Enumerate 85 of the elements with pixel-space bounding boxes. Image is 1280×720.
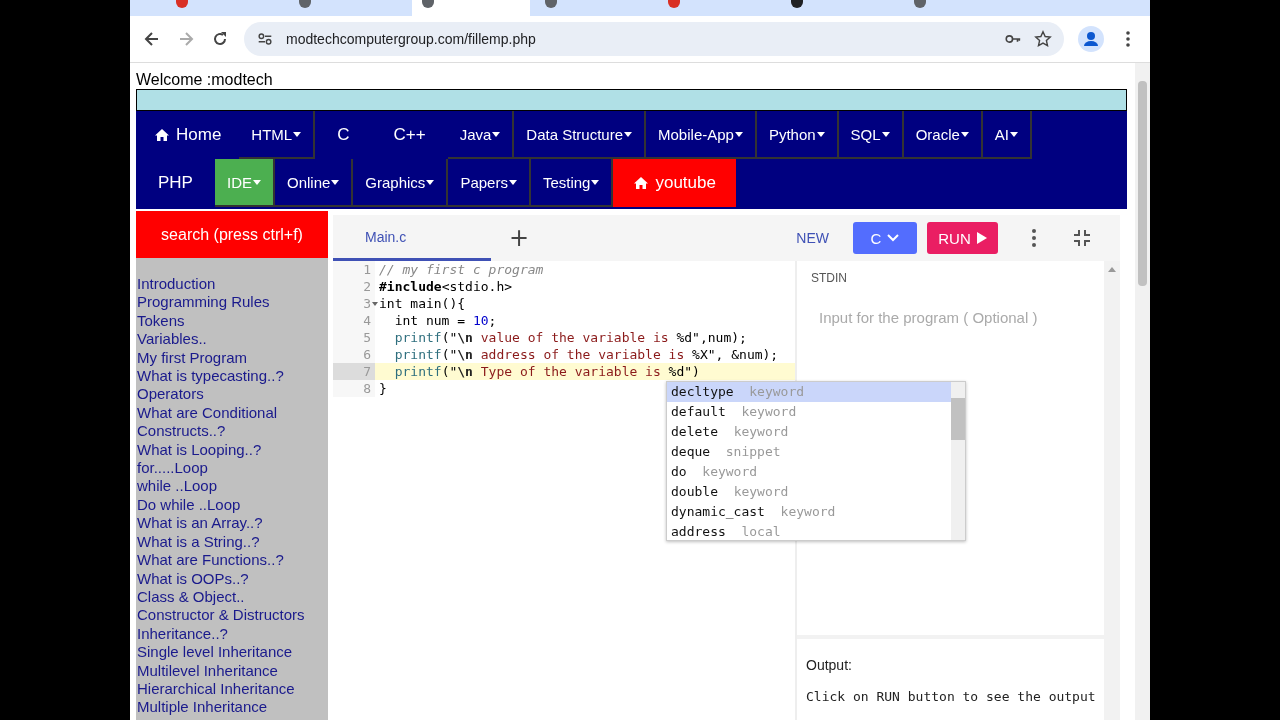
line-number: 3 <box>363 295 371 312</box>
sidebar-link[interactable]: Do while ..Loop <box>137 495 328 515</box>
line-number: 6 <box>363 346 371 363</box>
nav-item[interactable]: Testing <box>530 159 614 207</box>
line-number: 2 <box>363 278 371 295</box>
sidebar-link[interactable]: Multiple Inheritance <box>137 698 328 717</box>
sidebar-link[interactable]: Operators <box>137 385 328 404</box>
sidebar-link[interactable]: Tokens <box>137 311 328 331</box>
page-scrollbar[interactable] <box>1135 63 1150 720</box>
stdin-field[interactable]: Input for the program ( Optional ) <box>811 305 1090 353</box>
line-number: 8 <box>363 380 371 397</box>
suggestion-item[interactable]: delete keyword <box>667 422 951 442</box>
sidebar-link[interactable]: Introduction <box>137 275 328 294</box>
run-button[interactable]: RUN <box>927 222 998 254</box>
suggestion-item[interactable]: decltype keyword <box>667 382 951 402</box>
popup-scrollbar[interactable] <box>951 382 965 540</box>
output-label: Output: <box>806 657 853 673</box>
nav-item[interactable]: HTML <box>239 111 316 159</box>
sidebar-link[interactable]: Class & Object.. <box>137 587 328 607</box>
sidebar-link[interactable]: What is a String..? <box>137 532 328 552</box>
line-number: 1 <box>363 261 371 278</box>
home-icon <box>154 128 170 142</box>
line-number: 7 <box>363 363 371 380</box>
suggestion-item[interactable]: do keyword <box>667 462 951 482</box>
suggestion-item[interactable]: deque snippet <box>667 442 951 462</box>
sidebar-link[interactable]: Variables.. <box>137 330 328 349</box>
nav-item[interactable]: SQL <box>838 111 904 159</box>
nav-item[interactable]: Papers <box>448 159 531 207</box>
language-dropdown[interactable]: C <box>853 222 917 254</box>
sidebar-link[interactable]: for.....Loop <box>137 459 328 478</box>
sidebar-link[interactable]: What is an Array..? <box>137 514 328 533</box>
code-line: } <box>379 381 387 396</box>
collapse-icon[interactable] <box>1072 228 1092 248</box>
site-settings-icon[interactable] <box>256 30 274 48</box>
nav-item[interactable]: Online <box>275 159 354 207</box>
profile-avatar-icon[interactable] <box>1078 26 1104 52</box>
line-number: 4 <box>363 312 371 329</box>
code-line: printf("\n value of the variable is %d",num); <box>393 330 747 345</box>
nav-item[interactable]: Graphics <box>353 159 449 207</box>
code-line: // my first c program <box>379 262 544 277</box>
address-bar[interactable]: modtechcomputergroup.com/fillemp.php <box>244 22 1064 56</box>
sidebar-link[interactable]: Single level Inheritance <box>137 643 328 662</box>
sidebar-link[interactable]: Multilevel Inheritance <box>137 661 328 680</box>
output-text: Click on RUN button to see the output <box>806 689 1095 704</box>
suggestion-item[interactable]: dynamic_cast keyword <box>667 502 951 522</box>
stdin-label: STDIN <box>811 271 848 285</box>
line-number: 5 <box>363 329 371 346</box>
home-icon <box>633 176 650 190</box>
code-line: printf("\n Type of the variable is %d") <box>393 364 700 379</box>
sidebar-link[interactable]: Programming Rules <box>137 293 328 312</box>
nav-item[interactable]: AI <box>982 111 1032 159</box>
suggestion-item[interactable]: default keyword <box>667 402 951 422</box>
nav-item[interactable]: Oracle <box>903 111 983 159</box>
code-line: int main(){ <box>379 296 466 311</box>
search-button[interactable]: search (press ctrl+f) <box>136 211 328 258</box>
sidebar-link[interactable]: What is Looping..? <box>137 440 328 460</box>
nav-item[interactable]: Java <box>447 111 515 159</box>
suggestion-item[interactable]: address local <box>667 522 951 542</box>
play-icon <box>976 232 987 244</box>
nav-item[interactable]: Mobile-App <box>646 111 757 159</box>
sidebar-link[interactable]: while ..Loop <box>137 477 328 496</box>
add-tab-button[interactable]: + <box>503 223 536 253</box>
sidebar-link[interactable]: Inheritance..? <box>137 624 328 644</box>
fold-icon[interactable] <box>372 302 378 306</box>
code-line: printf("\n address of the variable is %X", &num); <box>393 347 779 362</box>
welcome-text: Welcome :modtech <box>136 70 274 89</box>
chevron-down-icon <box>887 234 900 242</box>
suggestion-item[interactable]: double keyword <box>667 482 951 502</box>
sidebar-link[interactable]: What are Conditional Constructs..? <box>137 403 328 441</box>
nav-item[interactable]: Data Structure <box>514 111 647 159</box>
nav-item[interactable]: Python <box>756 111 839 159</box>
code-line: #include<stdio.h> <box>379 279 513 294</box>
scroll-up-icon[interactable] <box>1108 267 1116 272</box>
sidebar-link[interactable]: What are Functions..? <box>137 551 328 570</box>
sidebar-link[interactable]: What is typecasting..? <box>137 367 328 386</box>
sidebar-link[interactable]: My first Program <box>137 348 328 368</box>
browser-tab[interactable] <box>412 0 530 16</box>
sidebar-link[interactable]: What is OOPs..? <box>137 569 328 588</box>
code-line: int num = 10; <box>393 313 497 328</box>
new-button[interactable]: NEW <box>790 229 835 247</box>
nav-item[interactable]: youtube <box>613 159 736 207</box>
star-icon[interactable] <box>1034 30 1052 48</box>
url-text: modtechcomputergroup.com/fillemp.php <box>286 31 537 47</box>
sidebar-link[interactable]: Constructor & Distructors <box>137 606 328 625</box>
sidebar-link[interactable]: Hierarchical Inheritance <box>137 679 328 699</box>
